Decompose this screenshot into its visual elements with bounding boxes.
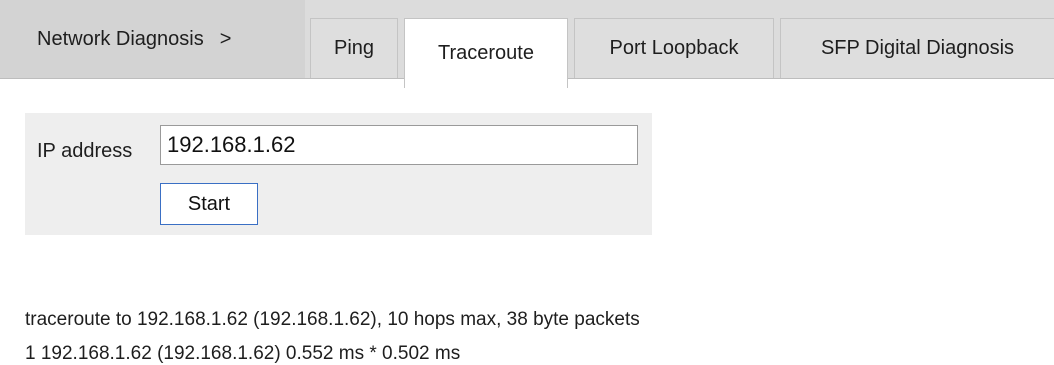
- tab-sfp-digital-diagnosis[interactable]: SFP Digital Diagnosis: [780, 18, 1054, 78]
- tab-sfp-digital-diagnosis-label: SFP Digital Diagnosis: [820, 37, 1015, 59]
- tab-traceroute-label: Traceroute: [438, 42, 534, 64]
- output-line: 1 192.168.1.62 (192.168.1.62) 0.552 ms *…: [25, 343, 461, 364]
- breadcrumb-label: Network Diagnosis: [37, 27, 204, 50]
- start-button[interactable]: Start: [160, 183, 258, 225]
- tab-port-loopback[interactable]: Port Loopback: [574, 18, 774, 78]
- tab-ping[interactable]: Ping: [310, 18, 398, 78]
- traceroute-page: Network Diagnosis > Ping Traceroute Port…: [0, 0, 1054, 365]
- tab-traceroute[interactable]: Traceroute: [404, 18, 568, 88]
- tab-port-loopback-label: Port Loopback: [609, 37, 739, 59]
- breadcrumb-separator: >: [219, 27, 232, 50]
- tab-ping-label: Ping: [333, 37, 375, 59]
- ip-address-label: IP address: [37, 140, 133, 162]
- tab-bar: Network Diagnosis > Ping Traceroute Port…: [0, 0, 1054, 88]
- ip-address-input[interactable]: [160, 125, 638, 165]
- traceroute-output: traceroute to 192.168.1.62 (192.168.1.62…: [25, 303, 640, 365]
- traceroute-form: IP address Start: [25, 113, 652, 235]
- breadcrumb: Network Diagnosis >: [0, 0, 305, 78]
- output-line: traceroute to 192.168.1.62 (192.168.1.62…: [25, 309, 640, 330]
